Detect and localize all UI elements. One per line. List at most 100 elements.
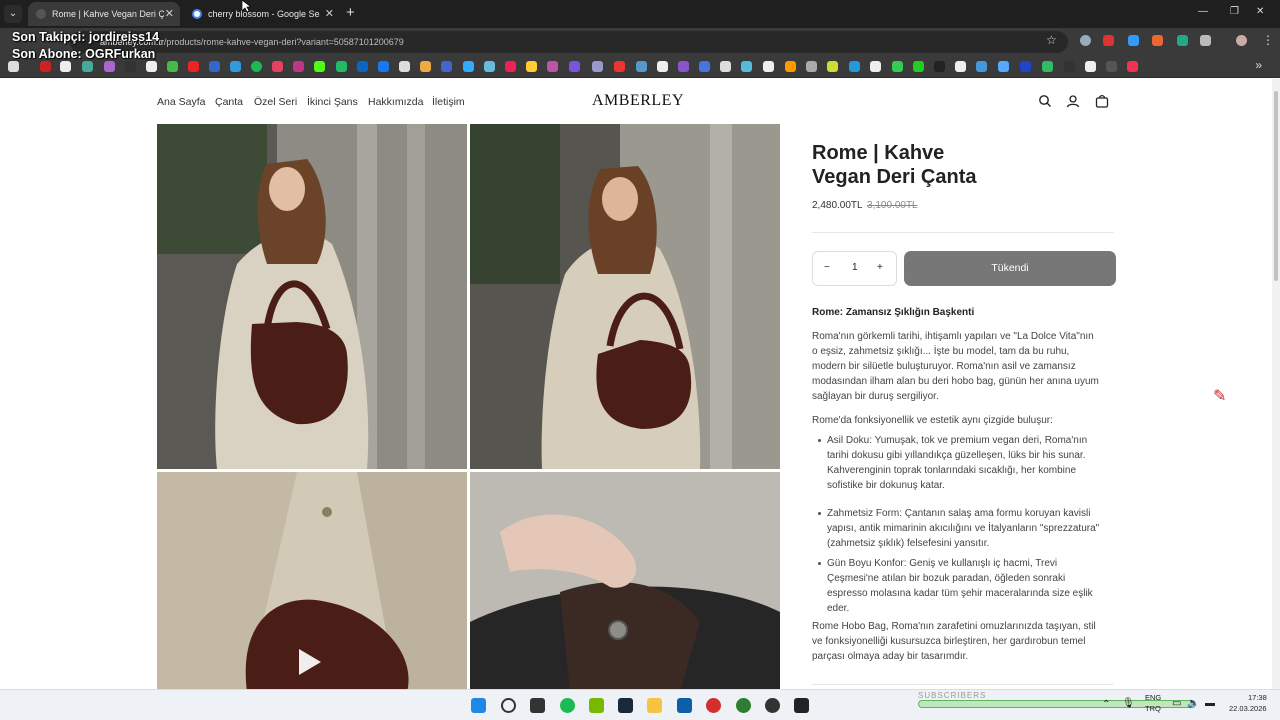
- more-bookmarks-icon[interactable]: »: [1255, 58, 1262, 72]
- bookmark-icon[interactable]: [146, 61, 157, 72]
- obs-icon[interactable]: [765, 698, 780, 713]
- store-icon[interactable]: [677, 698, 692, 713]
- bookmark-icon[interactable]: [167, 61, 178, 72]
- nav-about[interactable]: Hakkımızda: [368, 96, 423, 108]
- extension-icon[interactable]: [1128, 35, 1139, 46]
- bookmark-icon[interactable]: [209, 61, 220, 72]
- bookmark-icon[interactable]: [40, 61, 51, 72]
- product-photo-detail[interactable]: [470, 472, 780, 689]
- bookmark-icon[interactable]: [272, 61, 283, 72]
- bookmark-icon[interactable]: [892, 61, 903, 72]
- bookmark-icon[interactable]: [357, 61, 368, 72]
- bookmark-icon[interactable]: [657, 61, 668, 72]
- bookmark-icon[interactable]: [60, 61, 71, 72]
- extension-icon[interactable]: [1177, 35, 1188, 46]
- nvidia-icon[interactable]: [589, 698, 604, 713]
- volume-icon[interactable]: 🔈: [1187, 698, 1199, 709]
- restore-button[interactable]: ❐: [1230, 6, 1239, 17]
- bookmark-icon[interactable]: [82, 61, 93, 72]
- tray-expand-icon[interactable]: ⌃: [1102, 699, 1110, 710]
- decrease-quantity-button[interactable]: −: [824, 262, 830, 273]
- url-input[interactable]: amberley.com.tr/products/rome-kahve-vega…: [70, 31, 1068, 53]
- bookmark-icon[interactable]: [720, 61, 731, 72]
- browser-menu-icon[interactable]: ⋮: [1262, 33, 1274, 47]
- nav-contact[interactable]: İletişim: [432, 96, 465, 108]
- minimize-button[interactable]: —: [1198, 6, 1208, 17]
- nav-second-chance[interactable]: İkinci Şans: [307, 96, 358, 108]
- profile-avatar[interactable]: [1236, 35, 1247, 46]
- pen-icon[interactable]: ✎: [1213, 386, 1226, 406]
- battery-icon[interactable]: ▬: [1205, 698, 1215, 709]
- extensions-puzzle-icon[interactable]: [1200, 35, 1211, 46]
- bookmark-icon[interactable]: [314, 61, 325, 72]
- bookmark-icon[interactable]: [230, 61, 241, 72]
- bookmark-icon[interactable]: [378, 61, 389, 72]
- bookmark-icon[interactable]: [614, 61, 625, 72]
- page-scrollbar[interactable]: [1272, 79, 1280, 689]
- clock-date[interactable]: 22.03.2026: [1229, 704, 1267, 713]
- extension-icon[interactable]: [1080, 35, 1091, 46]
- bookmark-icon[interactable]: [976, 61, 987, 72]
- bookmark-icon[interactable]: [1020, 61, 1031, 72]
- bookmark-icon[interactable]: [934, 61, 945, 72]
- task-view-icon[interactable]: [530, 698, 545, 713]
- language-primary[interactable]: ENG: [1145, 693, 1161, 702]
- product-photo-2[interactable]: [470, 124, 780, 469]
- bookmark-icon[interactable]: [463, 61, 474, 72]
- bookmark-icon[interactable]: [399, 61, 410, 72]
- bookmark-icon[interactable]: [636, 61, 647, 72]
- bookmark-icon[interactable]: [505, 61, 516, 72]
- start-menu-icon[interactable]: [471, 698, 486, 713]
- account-icon[interactable]: [1066, 94, 1080, 108]
- quantity-value[interactable]: 1: [852, 262, 858, 273]
- nav-home[interactable]: Ana Sayfa: [157, 96, 205, 108]
- bookmark-icon[interactable]: [336, 61, 347, 72]
- extension-icon[interactable]: [1152, 35, 1163, 46]
- sold-out-button[interactable]: Tükendi: [904, 251, 1116, 286]
- bookmark-icon[interactable]: [526, 61, 537, 72]
- search-icon[interactable]: [1038, 94, 1052, 108]
- bookmark-icon[interactable]: [484, 61, 495, 72]
- bookmark-icon[interactable]: [806, 61, 817, 72]
- bookmark-icon[interactable]: [188, 61, 199, 72]
- bookmark-icon[interactable]: [849, 61, 860, 72]
- bookmark-icon[interactable]: [699, 61, 710, 72]
- close-tab-icon[interactable]: ✕: [165, 2, 174, 26]
- bookmark-icon[interactable]: [785, 61, 796, 72]
- bookmark-icon[interactable]: [741, 61, 752, 72]
- bookmark-icon[interactable]: [420, 61, 431, 72]
- bookmark-icon[interactable]: [678, 61, 689, 72]
- extension-icon[interactable]: [1103, 35, 1114, 46]
- nav-special-series[interactable]: Özel Seri: [254, 96, 297, 108]
- network-icon[interactable]: ▭: [1172, 698, 1181, 709]
- app-icon[interactable]: [794, 698, 809, 713]
- bookmark-icon[interactable]: [1042, 61, 1053, 72]
- quantity-stepper[interactable]: − 1 +: [812, 251, 897, 286]
- new-tab-button[interactable]: +: [346, 3, 355, 23]
- nav-bags[interactable]: Çanta: [215, 96, 243, 108]
- bookmark-icon[interactable]: [125, 61, 136, 72]
- bookmark-icon[interactable]: [1127, 61, 1138, 72]
- bookmark-icon[interactable]: [870, 61, 881, 72]
- bookmark-icon[interactable]: [1085, 61, 1096, 72]
- apps-grid-icon[interactable]: [8, 61, 19, 72]
- play-video-icon[interactable]: [299, 649, 321, 675]
- steam-icon[interactable]: [618, 698, 633, 713]
- bookmark-icon[interactable]: [293, 61, 304, 72]
- app-icon[interactable]: [706, 698, 721, 713]
- close-window-button[interactable]: ✕: [1256, 6, 1264, 17]
- bookmark-icon[interactable]: [251, 61, 262, 72]
- language-secondary[interactable]: TRQ: [1145, 704, 1161, 713]
- file-explorer-icon[interactable]: [647, 698, 662, 713]
- bookmark-icon[interactable]: [1106, 61, 1117, 72]
- clock-time[interactable]: 17:38: [1248, 693, 1267, 702]
- site-logo[interactable]: AMBERLEY: [592, 92, 684, 110]
- close-tab-icon[interactable]: ✕: [325, 2, 334, 26]
- bookmark-icon[interactable]: [998, 61, 1009, 72]
- bookmark-icon[interactable]: [1064, 61, 1075, 72]
- bookmark-icon[interactable]: [547, 61, 558, 72]
- bookmark-icon[interactable]: [913, 61, 924, 72]
- bookmark-icon[interactable]: [827, 61, 838, 72]
- bookmark-icon[interactable]: [104, 61, 115, 72]
- chrome-icon[interactable]: [736, 698, 751, 713]
